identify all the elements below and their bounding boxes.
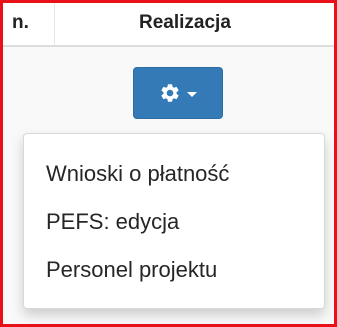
highlight-frame: n. Realizacja Wnioski o płatność PEFS: e… — [0, 0, 337, 327]
column-header-truncated: n. — [12, 12, 29, 33]
actions-dropdown-button[interactable] — [133, 67, 223, 119]
actions-dropdown-menu: Wnioski o płatność PEFS: edycja Personel… — [23, 133, 325, 309]
menu-item-pefs-edycja[interactable]: PEFS: edycja — [24, 202, 324, 242]
menu-item-personel-projektu[interactable]: Personel projektu — [24, 250, 324, 290]
column-header-realizacja: Realizacja — [139, 12, 231, 33]
caret-down-icon — [187, 91, 197, 97]
gear-icon — [159, 82, 181, 104]
menu-item-wnioski-o-platnosc[interactable]: Wnioski o płatność — [24, 154, 324, 194]
table-header-row: n. Realizacja — [3, 3, 334, 47]
column-divider — [54, 3, 55, 45]
